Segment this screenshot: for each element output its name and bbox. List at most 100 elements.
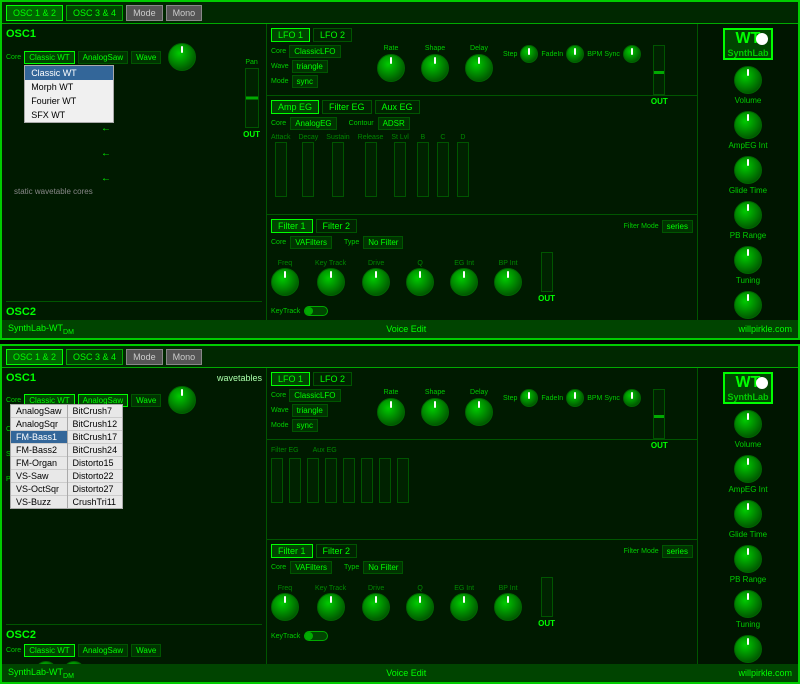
eg-attack-slider-p2[interactable]: [271, 458, 283, 503]
eg-c-slider-p2[interactable]: [379, 458, 391, 503]
dd-bitcrush12-p2[interactable]: BitCrush12: [68, 418, 123, 431]
lfo-out-slider-p2[interactable]: [653, 389, 665, 439]
lfo-fadein-knob-p1[interactable]: [566, 45, 584, 63]
osc1-wave-btn-p2[interactable]: Wave: [131, 394, 161, 407]
willpirkle-link-p2[interactable]: willpirkle.com: [738, 668, 792, 678]
dd-fmbass2-p2[interactable]: FM-Bass2: [11, 444, 67, 457]
filter-keytrack-knob-p1[interactable]: [317, 268, 345, 296]
filter1-tab-p1[interactable]: Filter 1: [271, 219, 313, 233]
lfo-rate-knob-p1[interactable]: [377, 54, 405, 82]
dd-item-classicwt[interactable]: Classic WT: [25, 66, 113, 80]
osc1-analogsaw-btn-p1[interactable]: AnalogSaw: [78, 51, 128, 64]
eg-core-btn-p1[interactable]: AnalogEG: [290, 117, 336, 130]
dd-bitcrush7-p2[interactable]: BitCrush7: [68, 405, 123, 418]
ampeg-int-knob-p2[interactable]: [734, 455, 762, 483]
dd-analogsaw-p2[interactable]: AnalogSaw: [11, 405, 67, 418]
uni-detune-knob-p1[interactable]: [734, 291, 762, 319]
ampeg-int-knob-p1[interactable]: [734, 111, 762, 139]
filter-bpint-knob-p2[interactable]: [494, 593, 522, 621]
lfo1-tab-p2[interactable]: LFO 1: [271, 372, 310, 386]
voice-edit-btn-p1[interactable]: Voice Edit: [386, 324, 426, 334]
dd-vsbuzz-p2[interactable]: VS-Buzz: [11, 496, 67, 508]
lfo-delay-knob-p2[interactable]: [465, 398, 493, 426]
lfo-wave-btn-p1[interactable]: triangle: [292, 60, 328, 73]
lfo-core-btn-p2[interactable]: ClassicLFO: [289, 389, 340, 402]
filter-keytrack-toggle-p1[interactable]: [304, 306, 328, 316]
eg-release-slider-p2[interactable]: [325, 458, 337, 503]
lfo-step-knob-p1[interactable]: [520, 45, 538, 63]
dd-vsoctsqr-p2[interactable]: VS-OctSqr: [11, 483, 67, 496]
filter1-tab-p2[interactable]: Filter 1: [271, 544, 313, 558]
filter-out-slider-p2[interactable]: [541, 577, 553, 617]
filter-core-btn-p1[interactable]: VAFilters: [290, 236, 332, 249]
tab-mono-p1[interactable]: Mono: [166, 5, 203, 21]
dd-analogsqr-p2[interactable]: AnalogSqr: [11, 418, 67, 431]
eg-stlvl-slider-p2[interactable]: [343, 458, 355, 503]
tuning-knob-p1[interactable]: [734, 246, 762, 274]
dd-fmorgan-p2[interactable]: FM-Organ: [11, 457, 67, 470]
filter-egint-knob-p1[interactable]: [450, 268, 478, 296]
filter-freq-knob-p2[interactable]: [271, 593, 299, 621]
filter-keytrack-toggle-p2[interactable]: [304, 631, 328, 641]
dd-item-fourierwt[interactable]: Fourier WT: [25, 94, 113, 108]
dd-item-sfxwt[interactable]: SFX WT: [25, 108, 113, 122]
lfo-wave-btn-p2[interactable]: triangle: [292, 404, 328, 417]
lfo-mode-btn-p2[interactable]: sync: [292, 419, 318, 432]
eg-sustain-slider-p1[interactable]: [332, 142, 344, 197]
tab-mode-p1[interactable]: Mode: [126, 5, 163, 21]
dd-vssaw-p2[interactable]: VS-Saw: [11, 470, 67, 483]
volume-knob-p1[interactable]: [734, 66, 762, 94]
pb-range-knob-p1[interactable]: [734, 201, 762, 229]
eg-sustain-slider-p2[interactable]: [307, 458, 319, 503]
filter-drive-knob-p2[interactable]: [362, 593, 390, 621]
eg-b-slider-p2[interactable]: [361, 458, 373, 503]
lfo-shape-knob-p2[interactable]: [421, 398, 449, 426]
tab-mono-p2[interactable]: Mono: [166, 349, 203, 365]
filter-type-btn-p2[interactable]: No Filter: [363, 561, 403, 574]
volume-knob-p2[interactable]: [734, 410, 762, 438]
lfo-core-btn-p1[interactable]: ClassicLFO: [289, 45, 340, 58]
eg-stlvl-slider-p1[interactable]: [394, 142, 406, 197]
dd-bitcrush24-p2[interactable]: BitCrush24: [68, 444, 123, 457]
filter-bpint-knob-p1[interactable]: [494, 268, 522, 296]
pb-range-knob-p2[interactable]: [734, 545, 762, 573]
filter-q-knob-p2[interactable]: [406, 593, 434, 621]
filter-eg-tab-p1[interactable]: Filter EG: [322, 100, 372, 114]
filter-q-knob-p1[interactable]: [406, 268, 434, 296]
glide-knob-p2[interactable]: [734, 500, 762, 528]
dd-distorto15-p2[interactable]: Distorto15: [68, 457, 123, 470]
eg-contour-btn-p1[interactable]: ADSR: [378, 117, 410, 130]
lfo-bpm-knob-p2[interactable]: [623, 389, 641, 407]
eg-attack-slider-p1[interactable]: [275, 142, 287, 197]
tab-osc12-p2[interactable]: OSC 1 & 2: [6, 349, 63, 365]
willpirkle-link-p1[interactable]: willpirkle.com: [738, 324, 792, 334]
lfo-out-slider-p1[interactable]: [653, 45, 665, 95]
osc1-main-knob-p1[interactable]: [168, 43, 196, 71]
lfo2-tab-p1[interactable]: LFO 2: [313, 28, 352, 42]
osc1-main-knob-p2[interactable]: [168, 386, 196, 414]
voice-edit-btn-p2[interactable]: Voice Edit: [386, 668, 426, 678]
filter-core-btn-p2[interactable]: VAFilters: [290, 561, 332, 574]
tuning-knob-p2[interactable]: [734, 590, 762, 618]
lfo-step-knob-p2[interactable]: [520, 389, 538, 407]
eg-release-slider-p1[interactable]: [365, 142, 377, 197]
tab-osc34-p1[interactable]: OSC 3 & 4: [66, 5, 123, 21]
lfo-fadein-knob-p2[interactable]: [566, 389, 584, 407]
osc2-classicwt-btn-p2[interactable]: Classic WT: [24, 644, 74, 657]
glide-knob-p1[interactable]: [734, 156, 762, 184]
lfo-shape-knob-p1[interactable]: [421, 54, 449, 82]
eg-decay-slider-p2[interactable]: [289, 458, 301, 503]
lfo2-tab-p2[interactable]: LFO 2: [313, 372, 352, 386]
eg-d-slider-p1[interactable]: [457, 142, 469, 197]
eg-d-slider-p2[interactable]: [397, 458, 409, 503]
dd-distorto22-p2[interactable]: Distorto22: [68, 470, 123, 483]
lfo-delay-knob-p1[interactable]: [465, 54, 493, 82]
osc1-pan-slider-p1[interactable]: [245, 68, 259, 128]
lfo-bpm-knob-p1[interactable]: [623, 45, 641, 63]
eg-b-slider-p1[interactable]: [417, 142, 429, 197]
uni-detune-knob-p2[interactable]: [734, 635, 762, 663]
dd-bitcrush17-p2[interactable]: BitCrush17: [68, 431, 123, 444]
tab-mode-p2[interactable]: Mode: [126, 349, 163, 365]
lfo-mode-btn-p1[interactable]: sync: [292, 75, 318, 88]
dd-distorto27-p2[interactable]: Distorto27: [68, 483, 123, 496]
